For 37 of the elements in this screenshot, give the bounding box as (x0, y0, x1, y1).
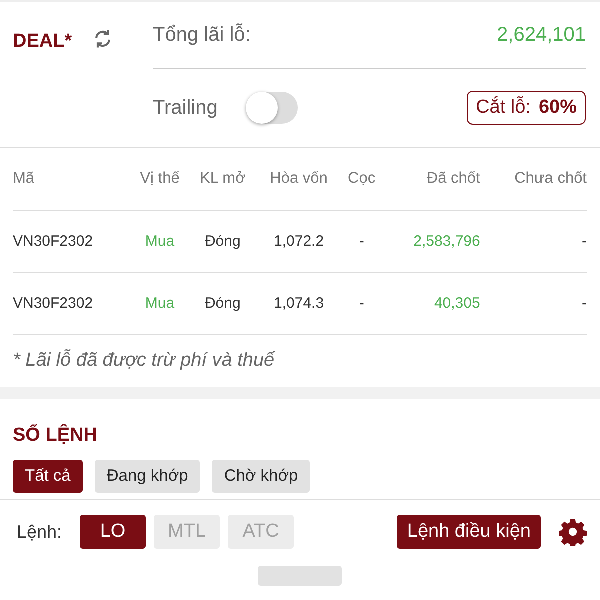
settings-icon[interactable] (559, 518, 587, 546)
order-type-button[interactable]: LO (80, 515, 146, 549)
total-value: 2,624,101 (497, 24, 586, 46)
table-cell: 40,305 (382, 272, 480, 334)
total-label: Tổng lãi lỗ: (153, 24, 251, 46)
conditional-order-button[interactable]: Lệnh điều kiện (397, 515, 541, 549)
filter-tab[interactable]: Chờ khớp (212, 460, 310, 493)
filter-tab[interactable]: Tất cả (13, 460, 83, 493)
table-cell: - (342, 272, 382, 334)
table-cell: 1,072.2 (256, 210, 342, 272)
table-cell: VN30F2302 (13, 272, 131, 334)
table-cell: 1,074.3 (256, 272, 342, 334)
column-header: KL mở (189, 148, 257, 210)
table-cell: - (480, 210, 587, 272)
input-field[interactable] (258, 566, 342, 586)
trailing-switch[interactable] (246, 92, 298, 124)
column-header: Hòa vốn (256, 148, 342, 210)
column-header: Cọc (342, 148, 382, 210)
table-cell: Đóng (189, 272, 257, 334)
trailing-label: Trailing (153, 96, 218, 120)
table-cell: VN30F2302 (13, 210, 131, 272)
table-cell: Đóng (189, 210, 257, 272)
column-header: Mã (13, 148, 131, 210)
table-cell: Mua (130, 210, 190, 272)
column-header: Đã chốt (382, 148, 480, 210)
deal-title: DEAL* (13, 31, 72, 53)
table-cell: 2,583,796 (382, 210, 480, 272)
table-cell: - (480, 272, 587, 334)
table-cell: Mua (130, 272, 190, 334)
filter-tab[interactable]: Đang khớp (94, 460, 200, 493)
order-type-label: Lệnh: (17, 522, 62, 542)
fee-note: * Lãi lỗ đã được trừ phí và thuế (12, 348, 276, 373)
section-title: SỔ LỆNH (13, 423, 98, 448)
stop-loss-button[interactable]: Cắt lỗ: 60% (467, 91, 586, 125)
table-cell: - (342, 210, 382, 272)
column-header: Vị thế (130, 148, 190, 210)
column-header: Chưa chốt (480, 148, 587, 210)
